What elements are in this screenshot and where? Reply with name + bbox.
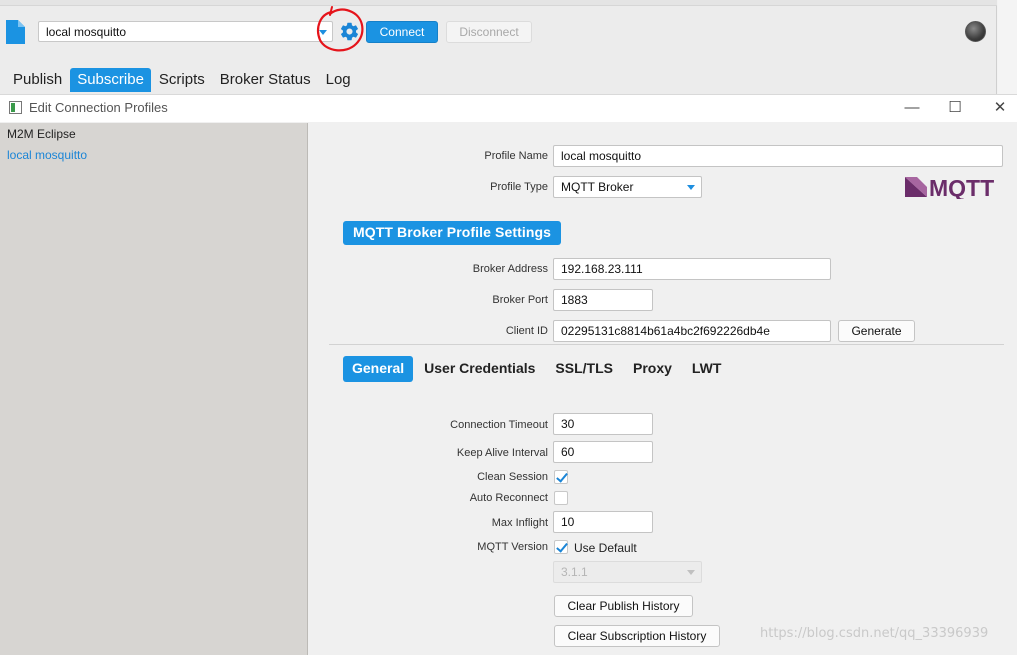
mqtt-version-label: MQTT Version <box>477 541 548 553</box>
tab-proxy[interactable]: Proxy <box>624 356 681 382</box>
connection-status-indicator <box>965 21 986 42</box>
clean-session-checkbox[interactable] <box>554 470 568 484</box>
profile-item-m2m-eclipse[interactable]: M2M Eclipse <box>7 127 76 141</box>
profile-type-value: MQTT Broker <box>561 180 634 194</box>
mqtt-version-select: 3.1.1 <box>553 561 702 583</box>
broker-port-input[interactable]: 1883 <box>553 289 653 311</box>
auto-reconnect-checkbox[interactable] <box>554 491 568 505</box>
dialog-title: Edit Connection Profiles <box>29 100 168 115</box>
disconnect-button[interactable]: Disconnect <box>446 21 532 43</box>
client-id-input[interactable]: 02295131c8814b61a4bc2f692226db4e <box>553 320 831 342</box>
generate-button[interactable]: Generate <box>838 320 915 342</box>
chevron-down-icon <box>319 30 327 35</box>
auto-reconnect-label: Auto Reconnect <box>469 492 548 504</box>
close-button[interactable]: ✕ <box>985 98 1015 118</box>
broker-address-label: Broker Address <box>472 263 548 275</box>
app-tab-bar: Publish Subscribe Scripts Broker Status … <box>6 68 359 92</box>
clear-subscription-history-button[interactable]: Clear Subscription History <box>554 625 720 647</box>
connection-profile-select[interactable]: local mosquitto <box>38 21 333 42</box>
divider <box>329 344 1004 345</box>
tab-subscribe[interactable]: Subscribe <box>70 68 151 92</box>
edit-connection-profiles-dialog: Edit Connection Profiles — ☐ ✕ M2M Eclip… <box>0 94 1017 655</box>
profile-type-label: Profile Type <box>490 181 548 193</box>
keep-alive-input[interactable]: 60 <box>553 441 653 463</box>
connect-button[interactable]: Connect <box>366 21 438 43</box>
profile-list: M2M Eclipse local mosquitto <box>0 123 308 655</box>
connection-timeout-label: Connection Timeout <box>450 419 548 431</box>
broker-port-label: Broker Port <box>492 294 548 306</box>
broker-address-input[interactable]: 192.168.23.111 <box>553 258 831 280</box>
tab-broker-status[interactable]: Broker Status <box>213 68 318 92</box>
profile-type-select[interactable]: MQTT Broker <box>553 176 702 198</box>
minimize-button[interactable]: — <box>897 98 927 118</box>
tab-ssl-tls[interactable]: SSL/TLS <box>546 356 622 382</box>
max-inflight-input[interactable]: 10 <box>553 511 653 533</box>
keep-alive-label: Keep Alive Interval <box>456 447 548 459</box>
settings-tab-bar: General User Credentials SSL/TLS Proxy L… <box>343 356 732 382</box>
profile-name-label: Profile Name <box>484 150 548 162</box>
tab-lwt[interactable]: LWT <box>683 356 731 382</box>
mqtt-logo: MQTT <box>905 175 994 199</box>
max-inflight-label: Max Inflight <box>491 517 548 529</box>
section-title-broker-settings: MQTT Broker Profile Settings <box>343 221 562 245</box>
file-icon[interactable] <box>6 20 25 44</box>
tab-publish[interactable]: Publish <box>6 68 69 92</box>
clean-session-label: Clean Session <box>477 471 548 483</box>
tab-log[interactable]: Log <box>319 68 358 92</box>
use-default-checkbox[interactable] <box>554 540 568 554</box>
background-window-strip <box>998 0 1017 96</box>
watermark-text: https://blog.csdn.net/qq_33396939 <box>760 626 989 641</box>
chevron-down-icon <box>687 185 695 190</box>
clear-publish-history-button[interactable]: Clear Publish History <box>554 595 693 617</box>
mqtt-logo-text: MQTT <box>929 175 994 199</box>
connection-timeout-input[interactable]: 30 <box>553 413 653 435</box>
tab-user-credentials[interactable]: User Credentials <box>415 356 544 382</box>
tab-general[interactable]: General <box>343 356 414 382</box>
gear-icon[interactable] <box>339 21 360 42</box>
tab-scripts[interactable]: Scripts <box>152 68 212 92</box>
chevron-down-icon <box>687 570 695 575</box>
window-icon <box>9 101 22 114</box>
mqtt-version-value: 3.1.1 <box>561 565 588 579</box>
app-toolbar: local mosquitto Connect Disconnect Publi… <box>0 0 997 94</box>
client-id-label: Client ID <box>505 325 548 337</box>
dialog-titlebar: Edit Connection Profiles — ☐ ✕ <box>0 95 1017 122</box>
profile-name-input[interactable]: local mosquitto <box>553 145 1003 167</box>
profile-settings-panel: Profile Name local mosquitto Profile Typ… <box>309 123 1017 655</box>
connection-profile-value: local mosquitto <box>46 25 127 39</box>
profile-item-local-mosquitto[interactable]: local mosquitto <box>7 148 87 162</box>
maximize-button[interactable]: ☐ <box>940 98 970 118</box>
use-default-label: Use Default <box>574 541 637 555</box>
app-top-strip <box>0 0 997 6</box>
